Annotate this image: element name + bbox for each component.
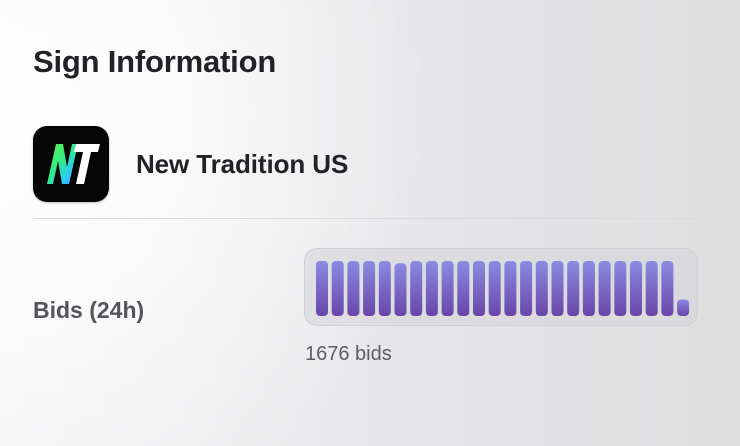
bid-bar [677,299,690,316]
bid-bar [504,261,517,316]
bid-bar [441,261,454,316]
section-title: Sign Information [33,44,277,79]
bid-bar [661,261,674,316]
bid-bar [582,261,595,316]
bid-bar [520,261,533,316]
bid-bar [378,261,391,316]
bid-bar [347,261,360,316]
bid-bar [645,261,658,316]
bid-bar [630,261,642,316]
bids-chart-svg [316,261,690,316]
bids-label: Bids (24h) [33,297,145,323]
bid-bar [535,261,548,316]
bid-bar [410,261,423,316]
bids-count: 1676 bids [305,343,392,365]
bid-bar [488,261,501,316]
bid-bar [598,261,611,316]
bid-bar [614,261,627,316]
section-divider [33,218,700,219]
bid-bar [363,261,376,316]
bid-bar [331,261,344,316]
bid-bar [457,261,470,316]
bid-bar [551,261,564,316]
bid-bar [567,261,580,316]
bid-bar [473,261,485,316]
sign-information-panel: Sign Information New Tradition US Bids (… [0,0,740,446]
bids-chart [304,248,698,326]
app-name: New Tradition US [136,148,349,179]
bid-bar [394,263,407,316]
app-row[interactable]: New Tradition US [33,125,700,203]
nt-logo-graphic [47,144,100,184]
bars-group [316,261,690,316]
bid-bar [425,261,438,316]
bid-bar [316,261,328,316]
new-tradition-logo-icon [33,126,109,202]
